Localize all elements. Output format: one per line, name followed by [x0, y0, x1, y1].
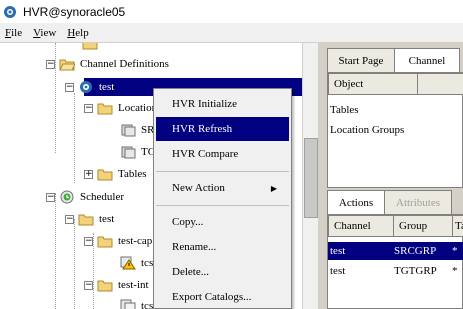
cell-channel: test: [330, 265, 346, 277]
tree-item-partial: [82, 43, 101, 52]
right-panel: Start Page Channel Object Tables Locatio…: [324, 43, 463, 309]
folder-open-icon: [97, 103, 113, 115]
channel-icon: [80, 81, 92, 93]
menu-item-label: New Action: [172, 182, 225, 194]
menu-separator: [156, 171, 289, 172]
cell-group: TGTGRP: [394, 265, 437, 277]
collapse-icon[interactable]: −: [84, 236, 93, 246]
collapse-icon[interactable]: −: [46, 59, 55, 69]
database-icon: [121, 124, 136, 137]
cell-table: *: [452, 265, 458, 277]
folder-icon: [78, 214, 94, 226]
folder-icon: [97, 236, 113, 248]
column-header-group[interactable]: Group: [393, 215, 453, 237]
menu-separator: [156, 205, 289, 206]
column-header-object[interactable]: Object: [328, 73, 418, 95]
folder-icon: [82, 43, 98, 50]
tree-label: test: [99, 213, 115, 225]
collapse-icon[interactable]: −: [46, 192, 55, 202]
tree-item-test-capture[interactable]: − test-cap: [84, 232, 154, 250]
folder-icon: [97, 169, 113, 181]
menu-item-hvr-initialize[interactable]: HVR Initialize: [156, 92, 289, 116]
tree-label: Scheduler: [80, 191, 124, 203]
menu-file[interactable]: File: [0, 27, 28, 39]
menu-item-export-catalogs[interactable]: Export Catalogs...: [156, 285, 289, 309]
column-header-channel[interactable]: Channel: [328, 215, 394, 237]
collapse-icon[interactable]: −: [65, 214, 74, 224]
database-icon: [121, 146, 136, 159]
menu-bar: File View Help: [0, 23, 463, 43]
tree-label: test: [97, 81, 117, 93]
context-menu: HVR Initialize HVR Refresh HVR Compare N…: [153, 88, 292, 309]
collapse-icon[interactable]: −: [65, 82, 74, 92]
object-list: Object Tables Location Groups: [327, 72, 463, 188]
menu-item-copy[interactable]: Copy...: [156, 210, 289, 234]
cell-channel: test: [330, 245, 346, 257]
tree-item-job[interactable]: tcs: [120, 297, 155, 309]
menu-help[interactable]: Help: [62, 27, 94, 39]
tree-item-test-integrate[interactable]: − test-int: [84, 276, 151, 294]
scrollbar-thumb[interactable]: [304, 138, 318, 218]
collapse-icon[interactable]: −: [84, 103, 93, 113]
tree-item-locations[interactable]: − Locations: [84, 99, 163, 117]
table-row[interactable]: test TGTGRP *: [328, 262, 463, 280]
table-row[interactable]: test SRCGRP *: [328, 242, 463, 260]
menu-item-hvr-refresh[interactable]: HVR Refresh: [156, 117, 289, 141]
cell-table: *: [452, 245, 458, 257]
tree-item-channel-test[interactable]: − test: [65, 78, 117, 96]
menu-view[interactable]: View: [28, 27, 62, 39]
top-tabs: Start Page Channel: [327, 48, 460, 72]
tab-attributes[interactable]: Attributes: [384, 190, 452, 214]
cell-group: SRCGRP: [394, 245, 437, 257]
job-icon: [120, 299, 136, 309]
bottom-tabs: Actions Attributes: [327, 190, 452, 214]
column-header-blank[interactable]: [417, 73, 463, 95]
folder-icon: [97, 280, 113, 292]
expand-icon[interactable]: +: [84, 169, 93, 179]
hvr-app-icon: [4, 5, 16, 18]
column-header-table[interactable]: Ta: [452, 215, 463, 237]
folder-open-icon: [59, 59, 75, 71]
object-item-location-groups[interactable]: Location Groups: [330, 124, 404, 136]
window-title: HVR@synoracle05: [23, 4, 126, 19]
menu-item-hvr-compare[interactable]: HVR Compare: [156, 142, 289, 166]
tree-item-tables[interactable]: + Tables: [84, 165, 149, 183]
submenu-arrow-icon: ▶: [270, 183, 277, 193]
tree-item-scheduler[interactable]: − Scheduler: [46, 188, 126, 206]
tab-actions[interactable]: Actions: [327, 190, 385, 214]
menu-item-new-action[interactable]: New Action ▶: [156, 176, 289, 200]
tree-connector: [74, 219, 75, 309]
collapse-icon[interactable]: −: [84, 280, 93, 290]
tree-item-job-warning[interactable]: tcs: [120, 254, 155, 272]
actions-grid: Channel Group Ta test SRCGRP * test TGTG…: [327, 214, 463, 309]
menu-item-delete[interactable]: Delete...: [156, 260, 289, 284]
menu-item-rename[interactable]: Rename...: [156, 235, 289, 259]
tree-label: Tables: [118, 168, 147, 180]
tree-scrollbar[interactable]: [302, 43, 318, 309]
tree-label: test-int: [118, 279, 149, 291]
tab-channel[interactable]: Channel: [394, 48, 460, 72]
tree-item-channel-definitions[interactable]: − Channel Definitions: [46, 55, 171, 73]
tree-item-scheduler-test[interactable]: − test: [65, 210, 116, 228]
tree-connector: [55, 193, 56, 309]
title-bar: HVR@synoracle05: [0, 0, 463, 23]
tab-start-page[interactable]: Start Page: [327, 48, 395, 72]
tree-connector: [74, 93, 75, 183]
warning-icon: [120, 256, 136, 270]
object-item-tables[interactable]: Tables: [330, 104, 359, 116]
tree-label: Channel Definitions: [80, 58, 169, 70]
scheduler-icon: [60, 190, 74, 204]
tree-label: test-cap: [118, 235, 153, 247]
